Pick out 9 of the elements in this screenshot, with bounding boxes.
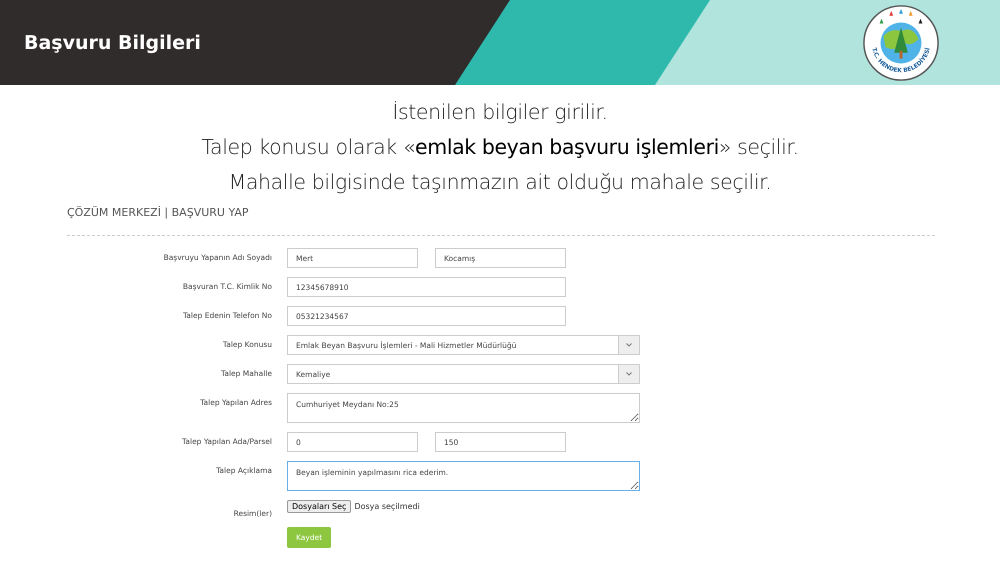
instruction-text: İstenilen bilgiler girilir. — [392, 99, 608, 126]
slide-title: Başvuru Bilgileri — [24, 32, 201, 54]
choose-files-button[interactable]: Dosyaları Seç — [287, 500, 352, 513]
instruction-text: Mahalle bilgisinde taşınmazın ait olduğu mahale seçilir. — [228, 169, 772, 196]
caret-icon — [618, 336, 639, 354]
caret-icon — [618, 365, 639, 383]
breadcrumb: ÇÖZÜM MERKEZİ | BAŞVURU YAP — [67, 206, 935, 236]
file-status: Dosya seçilmedi — [354, 502, 420, 511]
instruction-text: Talep konusu olarak «emlak beyan başvuru işlemleri» seçilir. — [201, 134, 799, 161]
